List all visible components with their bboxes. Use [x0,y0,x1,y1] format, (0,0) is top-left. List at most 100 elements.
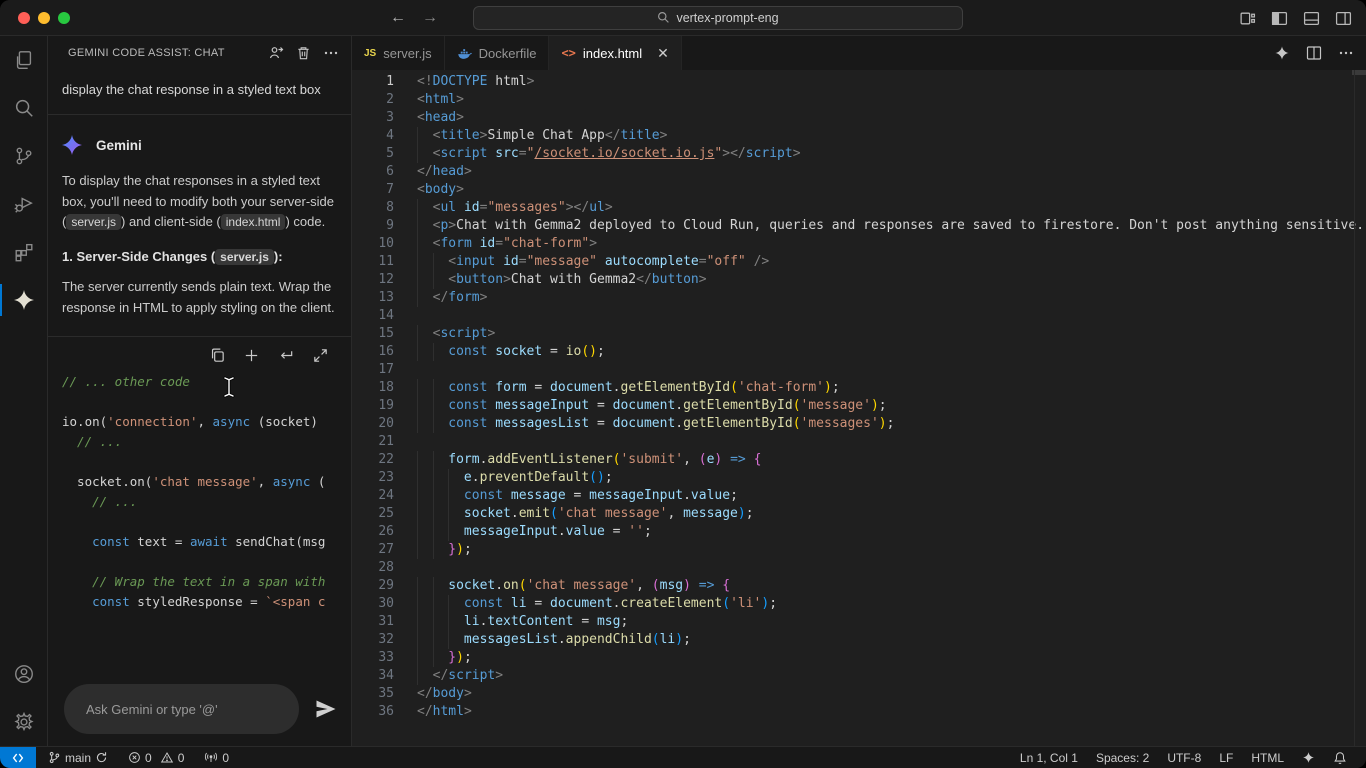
editor-line[interactable]: 28 [352,559,1366,577]
line-number: 26 [378,524,394,539]
tab-Dockerfile[interactable]: Dockerfile [444,36,550,70]
encoding[interactable]: UTF-8 [1158,747,1210,768]
eol-sequence[interactable]: LF [1210,747,1242,768]
editor-line[interactable]: 14 [352,307,1366,325]
code-snippet[interactable]: // ... other code io.on('connection', asy… [48,368,351,612]
plus-icon[interactable] [243,347,260,364]
customize-layout-icon[interactable] [1239,10,1256,27]
line-number: 27 [378,542,394,557]
editor-line[interactable]: 26 messageInput.value = ''; [352,523,1366,541]
chat-input[interactable]: Ask Gemini or type '@' [64,684,299,734]
run-debug-icon[interactable] [0,180,48,228]
cursor-position[interactable]: Ln 1, Col 1 [1011,747,1087,768]
close-window-button[interactable] [18,11,30,24]
editor-line[interactable]: 18 const form = document.getElementById('… [352,379,1366,397]
line-number: 8 [386,200,394,215]
editor-line[interactable]: 11 <input id="message" autocomplete="off"… [352,253,1366,271]
notifications-bell-icon[interactable] [1324,747,1356,768]
settings-gear-icon[interactable] [0,698,48,746]
language-mode[interactable]: HTML [1242,747,1293,768]
toggle-panel-icon[interactable] [1303,10,1320,27]
back-icon[interactable]: ← [390,10,406,26]
toggle-primary-sidebar-icon[interactable] [1271,10,1288,27]
more-actions-icon[interactable] [1338,45,1354,61]
gemini-sidebar-icon[interactable] [0,276,48,324]
branch-status[interactable]: main [42,747,114,768]
zoom-window-button[interactable] [58,11,70,24]
expand-icon[interactable] [312,347,329,364]
editor-line[interactable]: 30 const li = document.createElement('li'… [352,595,1366,613]
gemini-status-icon[interactable] [1293,747,1324,768]
warnings-count: 0 [177,750,185,765]
editor-line[interactable]: 3 <head> [352,109,1366,127]
minimize-window-button[interactable] [38,11,50,24]
editor-line[interactable]: 36 </html> [352,703,1366,721]
command-center-search[interactable]: vertex-prompt-eng [473,5,963,30]
editor-line[interactable]: 24 const message = messageInput.value; [352,487,1366,505]
editor-line[interactable]: 34 </script> [352,667,1366,685]
source-control-icon[interactable] [0,132,48,180]
editor-line[interactable]: 10 <form id="chat-form"> [352,235,1366,253]
editor-line[interactable]: 19 const messageInput = document.getEleme… [352,397,1366,415]
tab-index.html[interactable]: <> index.html ✕ [549,36,682,70]
remote-indicator[interactable] [0,747,36,768]
editor-line[interactable]: 32 messagesList.appendChild(li); [352,631,1366,649]
editor-line[interactable]: 7 <body> [352,181,1366,199]
errors-icon [129,752,140,763]
editor-group: JS server.js Dockerfile <> index.html ✕ 1 <!DO… [352,36,1366,746]
editor-line[interactable]: 33}); [352,649,1366,667]
send-button[interactable] [311,694,341,724]
problems-status[interactable]: 0 0 [122,747,190,768]
editor-line[interactable]: 31 li.textContent = msg; [352,613,1366,631]
copy-icon[interactable] [209,347,226,364]
line-number: 23 [378,470,394,485]
code-editor[interactable]: 1 <!DOCTYPE html> 2 <html> 3 <head> 4 <title>Si… [352,70,1366,746]
editor-line[interactable]: 8 <ul id="messages"></ul> [352,199,1366,217]
indentation[interactable]: Spaces: 2 [1087,747,1158,768]
editor-line[interactable]: 17 [352,361,1366,379]
gemini-sparkle-icon[interactable] [1274,45,1290,61]
inline-code-chip: server.js [215,248,274,265]
workspace-name: vertex-prompt-eng [676,10,779,25]
assistant-paragraph: To display the chat responses in a style… [62,173,335,230]
extensions-icon[interactable] [0,228,48,276]
tab-server.js[interactable]: JS server.js [352,36,445,70]
explorer-icon[interactable] [0,36,48,84]
trash-icon[interactable] [296,45,311,61]
search-sidebar-icon[interactable] [0,84,48,132]
accounts-icon[interactable] [0,650,48,698]
editor-line[interactable]: 27}); [352,541,1366,559]
split-editor-icon[interactable] [1306,45,1322,61]
editor-line[interactable]: 25 socket.emit('chat message', message); [352,505,1366,523]
editor-line[interactable]: 15 <script> [352,325,1366,343]
toggle-secondary-sidebar-icon[interactable] [1335,10,1352,27]
editor-line[interactable]: 1 <!DOCTYPE html> [352,73,1366,91]
editor-line[interactable]: 16 const socket = io(); [352,343,1366,361]
editor-line[interactable]: 2 <html> [352,91,1366,109]
editor-line[interactable]: 20 const messagesList = document.getEleme… [352,415,1366,433]
editor-line[interactable]: 12 <button>Chat with Gemma2</button> [352,271,1366,289]
assistant-paragraph-2: The server currently sends plain text. W… [62,279,335,315]
more-actions-icon[interactable] [323,45,339,61]
line-number: 36 [378,704,394,719]
ports-status[interactable]: 0 [198,747,235,768]
insert-at-cursor-icon[interactable] [277,347,295,364]
forward-icon[interactable]: → [422,10,438,26]
editor-line[interactable]: 29 socket.on('chat message', (msg) => { [352,577,1366,595]
editor-actions [1274,36,1354,70]
tab-label: index.html [582,45,643,61]
editor-line[interactable]: 13 </form> [352,289,1366,307]
editor-line[interactable]: 23 e.preventDefault(); [352,469,1366,487]
line-number: 20 [378,416,394,431]
feedback-icon[interactable] [268,45,284,61]
panel-title: GEMINI CODE ASSIST: CHAT [68,47,225,59]
editor-line[interactable]: 5 <script src="/socket.io/socket.io.js"><… [352,145,1366,163]
editor-line[interactable]: 22 form.addEventListener('submit', (e) =>… [352,451,1366,469]
editor-line[interactable]: 4 <title>Simple Chat App</title> [352,127,1366,145]
line-number: 6 [386,164,394,179]
editor-line[interactable]: 21 [352,433,1366,451]
editor-line[interactable]: 6 </head> [352,163,1366,181]
editor-line[interactable]: 9 <p>Chat with Gemma2 deployed to Cloud R… [352,217,1366,235]
close-tab-icon[interactable]: ✕ [657,45,669,62]
editor-line[interactable]: 35 </body> [352,685,1366,703]
